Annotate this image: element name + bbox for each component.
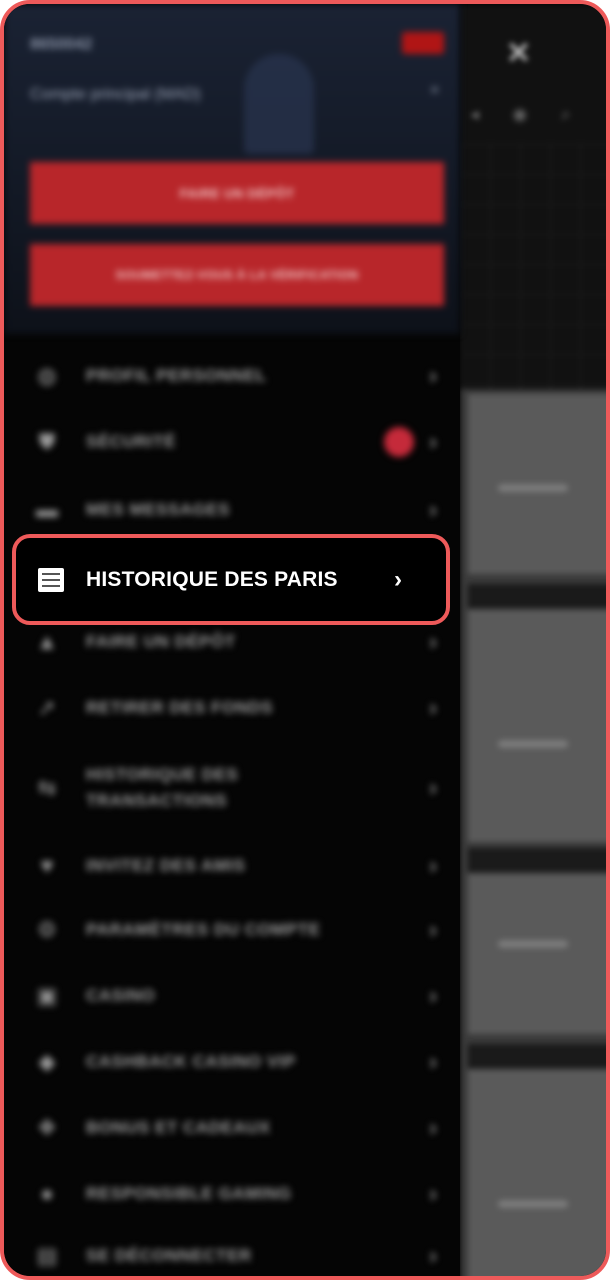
responsible-icon: ● — [40, 1181, 54, 1206]
chevron-right-icon: › — [429, 363, 437, 388]
menu-item-invite-friends[interactable]: ♥ INVITEZ DES AMIS › — [24, 836, 444, 896]
menu-item-label: MES MESSAGES — [86, 500, 230, 519]
deposit-icon: ▲ — [36, 629, 58, 654]
settings-icon: ⚙ — [37, 917, 57, 942]
verify-button[interactable]: SOUMETTEZ-VOUS À LA VÉRIFICATION — [30, 244, 444, 306]
shield-icon: ⛊ — [38, 429, 56, 454]
profile-icon: ◍ — [37, 363, 57, 388]
menu-item-cashback[interactable]: ◆ CASHBACK CASINO VIP › — [24, 1032, 444, 1092]
menu-item-label: SE DÉCONNECTER — [86, 1246, 252, 1265]
background-time — [498, 940, 568, 948]
background-event-card — [468, 1070, 606, 1276]
background-grid — [460, 144, 606, 389]
menu-item-label: PROFIL PERSONNEL — [86, 366, 267, 385]
menu-item-label: CASINO — [86, 986, 156, 1005]
close-icon[interactable]: ✕ — [506, 36, 531, 71]
chevron-right-icon: › — [429, 1181, 437, 1206]
chevron-right-icon: › — [429, 775, 437, 800]
chevron-right-icon: › — [429, 983, 437, 1008]
transactions-icon: ⇆ — [37, 775, 57, 800]
background-strip — [468, 1044, 606, 1068]
menu-item-label: PARAMÈTRES DU COMPTE — [86, 920, 321, 939]
friends-icon: ♥ — [40, 853, 54, 878]
menu-item-label: HISTORIQUE DES PARIS — [86, 567, 338, 591]
flag-icon[interactable] — [402, 32, 444, 54]
logout-icon: ▤ — [36, 1243, 58, 1268]
casino-icon: ▣ — [36, 983, 58, 1008]
chevron-right-icon: › — [429, 497, 437, 522]
menu-item-security[interactable]: ⛊ SÉCURITÉ › — [24, 412, 444, 472]
background-strip — [468, 848, 606, 872]
menu-item-casino[interactable]: ▣ CASINO › — [24, 966, 444, 1026]
account-selector[interactable]: Compte principal (MAD) — [30, 86, 201, 104]
background-event-card — [468, 610, 606, 842]
menu-item-messages[interactable]: ▬ MES MESSAGES › — [24, 480, 444, 540]
background-event-card — [468, 394, 606, 574]
close-icon[interactable]: × — [430, 82, 439, 100]
username: 8650042 — [30, 36, 93, 53]
menu-item-account-settings[interactable]: ⚙ PARAMÈTRES DU COMPTE › — [24, 900, 444, 960]
menu-item-label: HISTORIQUE DES TRANSACTIONS — [86, 765, 239, 810]
notification-badge — [384, 427, 414, 457]
background-header: ✕ ◂ ◉ ⌕ — [460, 4, 606, 389]
chevron-right-icon: › — [429, 629, 437, 654]
header-banner-image — [244, 54, 314, 154]
menu-item-bonus[interactable]: ❖ BONUS ET CADEAUX › — [24, 1098, 444, 1158]
menu-item-profile[interactable]: ◍ PROFIL PERSONNEL › — [24, 346, 444, 406]
background-time — [498, 484, 568, 492]
gift-icon: ❖ — [37, 1115, 57, 1140]
chevron-right-icon: › — [429, 1243, 437, 1268]
background-strip — [468, 584, 606, 608]
menu-item-transactions[interactable]: ⇆ HISTORIQUE DES TRANSACTIONS › — [24, 756, 444, 820]
chevron-right-icon: › — [429, 853, 437, 878]
menu-item-label: FAIRE UN DÉPÔT — [86, 632, 236, 651]
deposit-button[interactable]: FAIRE UN DÉPÔT — [30, 162, 444, 224]
menu-item-deposit[interactable]: ▲ FAIRE UN DÉPÔT › — [24, 612, 444, 672]
menu-item-label: SÉCURITÉ — [86, 432, 176, 451]
side-menu-drawer: 8650042 Compte principal (MAD) × FAIRE U… — [4, 4, 460, 1276]
menu-item-withdraw[interactable]: ➚ RETIRER DES FONDS › — [24, 678, 444, 738]
menu-item-logout[interactable]: ▤ SE DÉCONNECTER › — [24, 1226, 444, 1276]
cashback-icon: ◆ — [38, 1049, 56, 1074]
menu-item-responsible-gaming[interactable]: ● RESPONSIBLE GAMING › — [24, 1164, 444, 1224]
mail-icon: ▬ — [36, 497, 58, 522]
chevron-right-icon: › — [429, 1115, 437, 1140]
menu-item-label: CASHBACK CASINO VIP — [86, 1052, 296, 1071]
chevron-right-icon: › — [394, 565, 402, 593]
menu-item-label: RESPONSIBLE GAMING — [86, 1184, 292, 1203]
chevron-right-icon: › — [429, 695, 437, 720]
phone-frame: ✕ ◂ ◉ ⌕ 8650042 Compte principal (MAD) ×… — [0, 0, 610, 1280]
background-time — [498, 1200, 568, 1208]
background-toolbar-icons: ◂ ◉ ⌕ — [470, 104, 585, 124]
menu-item-label: RETIRER DES FONDS — [86, 698, 274, 717]
menu-item-label: INVITEZ DES AMIS — [86, 856, 246, 875]
drawer-header: 8650042 Compte principal (MAD) × FAIRE U… — [4, 4, 460, 334]
list-icon — [38, 567, 64, 592]
background-time — [498, 740, 568, 748]
chevron-right-icon: › — [429, 429, 437, 454]
withdraw-icon: ➚ — [37, 695, 57, 720]
menu-item-label: BONUS ET CADEAUX — [86, 1118, 271, 1137]
background-app: ✕ ◂ ◉ ⌕ — [460, 4, 606, 1276]
chevron-right-icon: › — [429, 1049, 437, 1074]
chevron-right-icon: › — [429, 917, 437, 942]
background-event-card — [468, 874, 606, 1034]
